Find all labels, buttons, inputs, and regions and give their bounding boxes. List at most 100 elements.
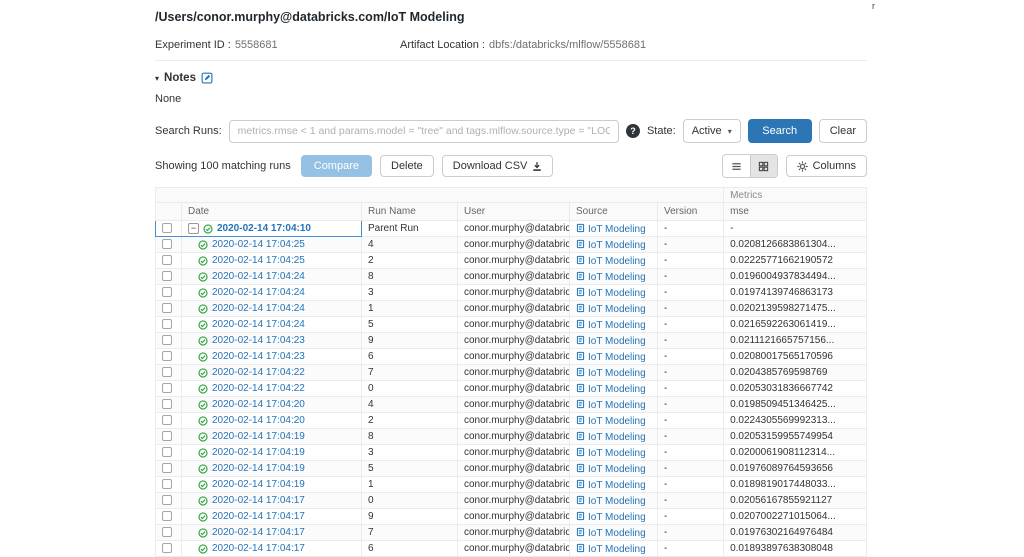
run-date-link[interactable]: 2020-02-14 17:04:25 xyxy=(212,239,305,250)
run-date-cell: 2020-02-14 17:04:25 xyxy=(182,237,362,253)
run-date-link[interactable]: 2020-02-14 17:04:22 xyxy=(212,383,305,394)
edit-notes-icon[interactable] xyxy=(201,72,213,84)
run-source-cell: IoT Modeling xyxy=(570,413,658,429)
row-checkbox[interactable] xyxy=(162,431,172,441)
run-row: 2020-02-14 17:04:195conor.murphy@databri… xyxy=(156,461,867,477)
notes-section-toggle[interactable]: ▾ Notes xyxy=(155,72,867,84)
row-checkbox[interactable] xyxy=(162,271,172,281)
run-date-link[interactable]: 2020-02-14 17:04:17 xyxy=(212,511,305,522)
run-date-link[interactable]: 2020-02-14 17:04:20 xyxy=(212,399,305,410)
stray-text: r xyxy=(872,1,875,11)
run-date-link[interactable]: 2020-02-14 17:04:19 xyxy=(212,431,305,442)
artifact-location-value: dbfs:/databricks/mlflow/5558681 xyxy=(489,39,646,51)
row-checkbox[interactable] xyxy=(162,351,172,361)
run-name-cell: 8 xyxy=(362,429,458,445)
run-date-cell: 2020-02-14 17:04:17 xyxy=(182,509,362,525)
run-source-link[interactable]: IoT Modeling xyxy=(588,448,646,459)
download-csv-button[interactable]: Download CSV xyxy=(442,155,554,177)
row-checkbox[interactable] xyxy=(162,495,172,505)
run-date-link[interactable]: 2020-02-14 17:04:17 xyxy=(212,527,305,538)
run-source-link[interactable]: IoT Modeling xyxy=(588,480,646,491)
delete-button[interactable]: Delete xyxy=(380,155,434,177)
run-source-link[interactable]: IoT Modeling xyxy=(588,336,646,347)
run-row: 2020-02-14 17:04:170conor.murphy@databri… xyxy=(156,493,867,509)
search-input[interactable] xyxy=(229,120,619,143)
row-checkbox[interactable] xyxy=(162,399,172,409)
clear-button[interactable]: Clear xyxy=(819,119,867,143)
row-checkbox[interactable] xyxy=(162,239,172,249)
run-date-link[interactable]: 2020-02-14 17:04:10 xyxy=(217,223,311,234)
state-value: Active xyxy=(692,125,722,137)
col-header-user[interactable]: User xyxy=(458,203,570,221)
row-checkbox[interactable] xyxy=(162,367,172,377)
row-checkbox[interactable] xyxy=(162,479,172,489)
run-source-link[interactable]: IoT Modeling xyxy=(588,272,646,283)
notebook-icon xyxy=(576,351,585,361)
row-checkbox[interactable] xyxy=(162,447,172,457)
col-header-date[interactable]: Date xyxy=(182,203,362,221)
row-checkbox[interactable] xyxy=(162,463,172,473)
row-checkbox[interactable] xyxy=(162,287,172,297)
run-name-cell: 2 xyxy=(362,413,458,429)
run-source-link[interactable]: IoT Modeling xyxy=(588,544,646,555)
run-source-link[interactable]: IoT Modeling xyxy=(588,240,646,251)
run-date-link[interactable]: 2020-02-14 17:04:23 xyxy=(212,351,305,362)
run-date-cell: 2020-02-14 17:04:17 xyxy=(182,493,362,509)
run-source-link[interactable]: IoT Modeling xyxy=(588,288,646,299)
run-date-link[interactable]: 2020-02-14 17:04:24 xyxy=(212,287,305,298)
run-source-link[interactable]: IoT Modeling xyxy=(588,256,646,267)
row-checkbox[interactable] xyxy=(162,511,172,521)
run-date-link[interactable]: 2020-02-14 17:04:24 xyxy=(212,271,305,282)
run-source-link[interactable]: IoT Modeling xyxy=(588,464,646,475)
run-source-link[interactable]: IoT Modeling xyxy=(588,496,646,507)
run-mse-cell: 0.0207002271015064... xyxy=(724,509,867,525)
run-source-link[interactable]: IoT Modeling xyxy=(588,528,646,539)
row-checkbox[interactable] xyxy=(162,319,172,329)
run-date-link[interactable]: 2020-02-14 17:04:19 xyxy=(212,479,305,490)
run-source-link[interactable]: IoT Modeling xyxy=(588,352,646,363)
grid-view-button[interactable] xyxy=(750,155,777,177)
state-dropdown[interactable]: Active ▾ xyxy=(683,119,741,143)
run-date-link[interactable]: 2020-02-14 17:04:19 xyxy=(212,463,305,474)
collapse-children-icon[interactable]: − xyxy=(188,223,199,234)
run-source-link[interactable]: IoT Modeling xyxy=(588,512,646,523)
run-date-link[interactable]: 2020-02-14 17:04:24 xyxy=(212,319,305,330)
run-finished-icon xyxy=(198,400,208,410)
run-date-link[interactable]: 2020-02-14 17:04:22 xyxy=(212,367,305,378)
row-checkbox[interactable] xyxy=(162,223,172,233)
run-date-link[interactable]: 2020-02-14 17:04:25 xyxy=(212,255,305,266)
row-checkbox[interactable] xyxy=(162,543,172,553)
run-source-link[interactable]: IoT Modeling xyxy=(588,384,646,395)
col-header-mse[interactable]: mse xyxy=(724,203,867,221)
help-icon[interactable]: ? xyxy=(626,124,640,138)
run-date-link[interactable]: 2020-02-14 17:04:24 xyxy=(212,303,305,314)
row-select-cell xyxy=(156,445,182,461)
run-source-link[interactable]: IoT Modeling xyxy=(588,432,646,443)
run-date-link[interactable]: 2020-02-14 17:04:20 xyxy=(212,415,305,426)
col-header-version[interactable]: Version xyxy=(658,203,724,221)
run-source-link[interactable]: IoT Modeling xyxy=(588,368,646,379)
run-source-link[interactable]: IoT Modeling xyxy=(588,320,646,331)
run-source-link[interactable]: IoT Modeling xyxy=(588,416,646,427)
row-checkbox[interactable] xyxy=(162,527,172,537)
columns-button[interactable]: Columns xyxy=(786,155,867,177)
col-header-source[interactable]: Source xyxy=(570,203,658,221)
search-button[interactable]: Search xyxy=(748,119,812,143)
col-header-run-name[interactable]: Run Name xyxy=(362,203,458,221)
run-date-link[interactable]: 2020-02-14 17:04:19 xyxy=(212,447,305,458)
row-checkbox[interactable] xyxy=(162,255,172,265)
row-checkbox[interactable] xyxy=(162,415,172,425)
run-date-link[interactable]: 2020-02-14 17:04:17 xyxy=(212,495,305,506)
row-checkbox[interactable] xyxy=(162,303,172,313)
run-mse-cell: 0.0202139598271475... xyxy=(724,301,867,317)
compare-button[interactable]: Compare xyxy=(301,155,372,177)
run-source-link[interactable]: IoT Modeling xyxy=(588,304,646,315)
run-date-link[interactable]: 2020-02-14 17:04:17 xyxy=(212,543,305,554)
run-finished-icon xyxy=(198,320,208,330)
row-checkbox[interactable] xyxy=(162,335,172,345)
run-source-link[interactable]: IoT Modeling xyxy=(588,400,646,411)
list-view-button[interactable] xyxy=(723,155,750,177)
run-source-link[interactable]: IoT Modeling xyxy=(588,224,646,235)
row-checkbox[interactable] xyxy=(162,383,172,393)
run-date-link[interactable]: 2020-02-14 17:04:23 xyxy=(212,335,305,346)
